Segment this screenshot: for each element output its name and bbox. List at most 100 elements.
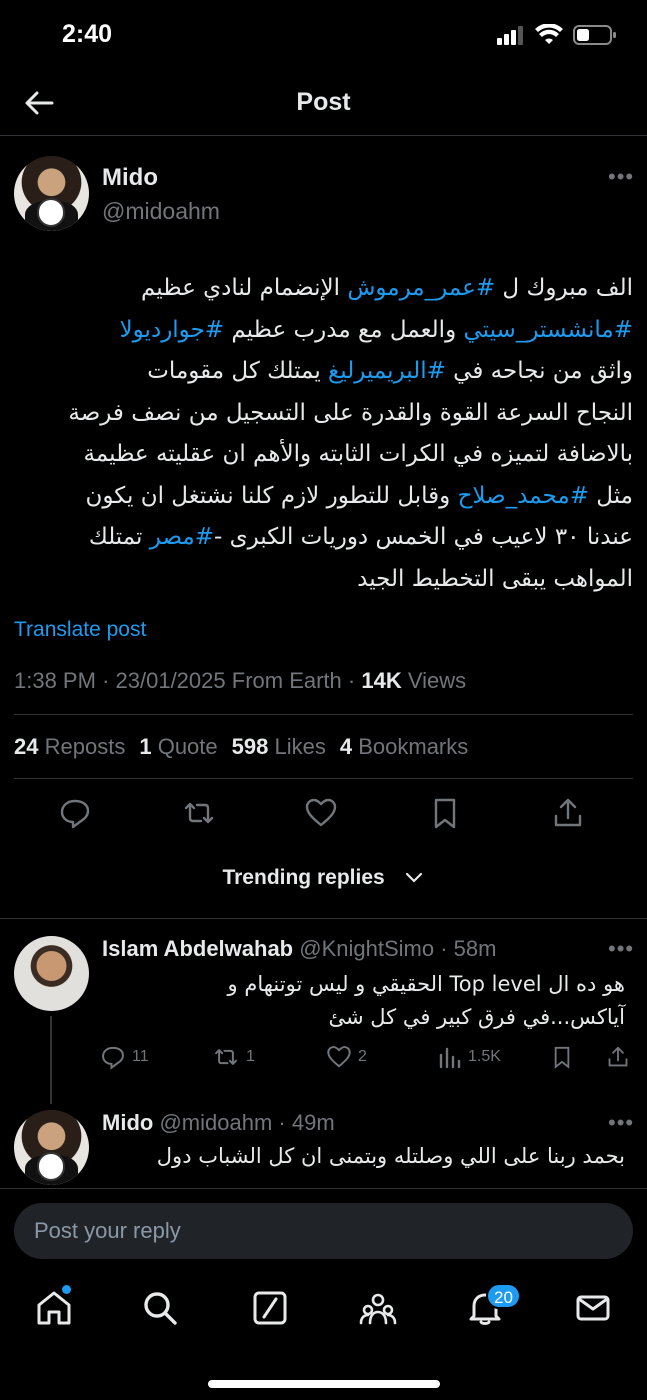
like-heart-icon xyxy=(327,1046,351,1068)
bottom-tab-bar xyxy=(0,1274,647,1344)
post-line: الف مبروك ل #عمر_مرموش الإنضمام لنادي عظ… xyxy=(14,268,633,310)
like-heart-icon[interactable] xyxy=(304,796,338,830)
reply-action-bar: 11 1 2 1.5K xyxy=(100,1042,633,1072)
post-line: واثق من نجاحه في #البريميرليغ يمتلك كل م… xyxy=(14,351,633,393)
reply-header: Islam Abdelwahab @KnightSimo · 58m xyxy=(102,936,497,961)
post-time: 1:38 PM xyxy=(14,668,96,693)
reply-composer-bar xyxy=(0,1188,647,1274)
home-icon[interactable] xyxy=(34,1288,74,1328)
post-text-segment: عندنا ٣٠ لاعيب في الخمس دوريات الكبرى - xyxy=(214,524,633,550)
post-text-segment: يمتلك كل مقومات xyxy=(147,358,329,384)
author-avatar[interactable] xyxy=(14,156,89,231)
status-bar: 2:40 xyxy=(0,0,647,70)
post-text-segment: بالاضافة لتميزه في الكرات الثابته والأهم… xyxy=(83,441,634,467)
views-count-button[interactable]: 1.5K xyxy=(438,1045,501,1069)
reply-time: 49m xyxy=(291,1110,335,1135)
reply-author-handle[interactable]: @KnightSimo xyxy=(299,936,434,961)
share-icon[interactable] xyxy=(606,1044,630,1070)
quotes-stat[interactable]: 1 Quote xyxy=(139,734,217,760)
reply-text: بحمد ربنا على اللي وصلتله وبتمنى ان كل ا… xyxy=(156,1144,625,1168)
post-meta: 1:38 PM · 23/01/2025 From Earth · 14K Vi… xyxy=(14,668,467,693)
views-label: Views xyxy=(407,668,467,693)
divider xyxy=(0,918,647,919)
communities-icon[interactable] xyxy=(358,1288,398,1328)
post-line: النجاح السرعة القوة والقدرة على التسجيل … xyxy=(14,393,633,435)
repost-count-button[interactable]: 1 xyxy=(212,1044,255,1070)
trending-replies-toggle[interactable]: Trending replies xyxy=(0,866,647,890)
post-stats: 24 Reposts 1 Quote 598 Likes 4 Bookmarks xyxy=(14,734,468,760)
more-options-icon[interactable]: ••• xyxy=(608,164,634,190)
bookmark-icon[interactable] xyxy=(428,796,462,830)
grok-icon[interactable] xyxy=(250,1288,290,1328)
post-text-segment: المواهب يبقى التخطيط الجيد xyxy=(357,565,633,592)
hashtag-link[interactable]: #عمر_مرموش xyxy=(347,275,495,301)
author-name[interactable]: Mido xyxy=(102,164,220,192)
views-bar-chart-icon xyxy=(439,1047,461,1069)
post-body: الف مبروك ل #عمر_مرموش الإنضمام لنادي عظ… xyxy=(14,268,633,600)
more-options-icon[interactable]: ••• xyxy=(608,936,634,962)
likes-stat[interactable]: 598 Likes xyxy=(232,734,326,760)
status-time: 2:40 xyxy=(62,20,113,48)
reply-count-button[interactable]: 11 xyxy=(100,1044,149,1070)
cellular-signal-icon xyxy=(497,26,523,45)
repost-icon[interactable] xyxy=(182,796,216,830)
post-line: #مانشستر_سيتي والعمل مع مدرب عظيم #جوارد… xyxy=(14,310,633,352)
reply-header: Mido @midoahm · 49m xyxy=(102,1110,335,1135)
search-icon[interactable] xyxy=(140,1288,180,1328)
post-line: مثل #محمد_صلاح وقابل للتطور لازم كلنا نش… xyxy=(14,476,633,518)
reply-avatar[interactable] xyxy=(14,1110,89,1185)
reply-composer[interactable] xyxy=(14,1203,633,1259)
reply-author-name[interactable]: Mido xyxy=(102,1110,153,1135)
reply-input[interactable] xyxy=(14,1203,633,1259)
reposts-stat[interactable]: 24 Reposts xyxy=(14,734,125,760)
post-author[interactable]: Mido @midoahm xyxy=(102,164,220,225)
messages-envelope-icon[interactable] xyxy=(573,1288,613,1328)
share-icon[interactable] xyxy=(551,796,585,830)
post-source: From Earth xyxy=(231,668,342,693)
author-handle[interactable]: @midoahm xyxy=(102,198,220,225)
reply-author-name[interactable]: Islam Abdelwahab xyxy=(102,936,293,961)
hashtag-link[interactable]: #مانشستر_سيتي xyxy=(464,317,634,343)
battery-icon xyxy=(573,25,616,45)
hashtag-link[interactable]: #البريميرليغ xyxy=(328,358,446,384)
reply-time: 58m xyxy=(453,936,497,961)
bookmark-icon[interactable] xyxy=(550,1044,574,1070)
bookmarks-stat[interactable]: 4 Bookmarks xyxy=(340,734,468,760)
post-line: بالاضافة لتميزه في الكرات الثابته والأهم… xyxy=(14,434,634,476)
reply-avatar[interactable] xyxy=(14,936,89,1011)
notifications-badge: 20 xyxy=(486,1283,521,1309)
thread-line xyxy=(50,1016,52,1104)
views-count: 14K xyxy=(361,668,402,693)
repost-icon xyxy=(215,1049,237,1065)
reply-icon[interactable] xyxy=(58,796,92,830)
hashtag-link[interactable]: #جوارديولا xyxy=(120,317,225,343)
post-text-segment: مثل xyxy=(589,482,633,509)
top-navigation: Post xyxy=(0,70,647,136)
home-indicator xyxy=(208,1380,440,1388)
reply-author-handle[interactable]: @midoahm xyxy=(159,1110,272,1135)
post-text-segment: وقابل للتطور لازم كلنا نشتغل ان يكون xyxy=(85,482,458,509)
wifi-icon xyxy=(535,24,563,44)
home-unread-dot xyxy=(62,1285,71,1294)
post-action-bar xyxy=(0,796,647,836)
like-count-button[interactable]: 2 xyxy=(326,1044,367,1070)
hashtag-link[interactable]: #مصر xyxy=(150,524,214,550)
post-date: 23/01/2025 xyxy=(115,668,226,693)
more-options-icon[interactable]: ••• xyxy=(608,1110,634,1136)
post-text-segment: تمتلك xyxy=(88,524,150,550)
post-line: عندنا ٣٠ لاعيب في الخمس دوريات الكبرى -#… xyxy=(14,517,633,559)
hashtag-link[interactable]: #محمد_صلاح xyxy=(458,483,589,509)
post-line: المواهب يبقى التخطيط الجيد xyxy=(14,559,633,601)
post-text-segment: الف مبروك ل xyxy=(495,275,633,301)
reply-icon xyxy=(102,1046,124,1070)
post-text-segment: النجاح السرعة القوة والقدرة على التسجيل … xyxy=(68,399,633,426)
post-text-segment: واثق من نجاحه في xyxy=(445,358,633,384)
reply-text: هو ده ال Top level الحقيقي و ليس توتنهام… xyxy=(227,972,625,1029)
chevron-down-icon xyxy=(405,873,422,884)
post-text-segment: والعمل مع مدرب عظيم xyxy=(224,316,464,343)
divider xyxy=(14,778,633,779)
page-title: Post xyxy=(296,88,351,116)
post-text-segment: الإنضمام لنادي عظيم xyxy=(140,275,348,301)
translate-post-link[interactable]: Translate post xyxy=(14,618,146,642)
divider xyxy=(14,714,633,715)
